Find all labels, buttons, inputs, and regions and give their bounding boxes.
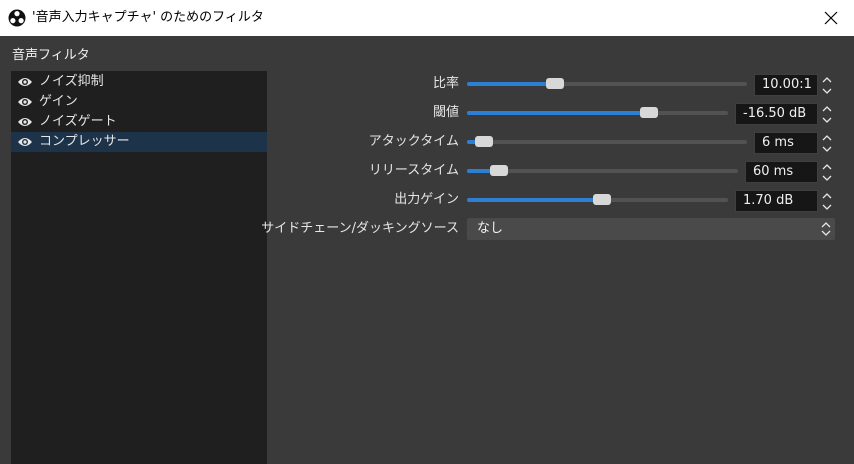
attack-stepper[interactable] [819, 132, 835, 154]
output-gain-stepper[interactable] [819, 190, 835, 212]
output-gain-slider-handle[interactable] [593, 194, 612, 205]
output-gain-value: 1.70 dB [743, 193, 794, 208]
obs-logo-icon [8, 9, 26, 27]
title-bar: '音声入力キャプチャ' のためのフィルタ [0, 0, 854, 36]
chevron-up-icon [822, 76, 832, 82]
threshold-increment-button[interactable] [819, 103, 835, 114]
filter-label: ゲイン [39, 94, 78, 109]
release-value: 60 ms [753, 164, 794, 179]
release-label: リリースタイム [368, 163, 459, 178]
chevron-up-icon [822, 163, 832, 169]
threshold-stepper[interactable] [819, 103, 835, 125]
threshold-label: 閾値 [432, 105, 459, 120]
ratio-spinbox[interactable]: 10.00:1 [754, 74, 818, 96]
threshold-slider-handle[interactable] [639, 107, 658, 118]
attack-decrement-button[interactable] [819, 143, 835, 154]
audio-filters-label: 音声フィルタ [12, 48, 90, 63]
filter-label: ノイズ抑制 [39, 74, 104, 89]
output-gain-increment-button[interactable] [819, 190, 835, 201]
updown-chevron-icon [821, 222, 831, 236]
sidechain-source-value: なし [477, 221, 504, 236]
chevron-up-icon [822, 134, 832, 140]
chevron-down-icon [822, 117, 832, 123]
output-gain-slider[interactable] [467, 194, 728, 205]
window-title: '音声入力キャプチャ' のためのフィルタ [32, 10, 264, 25]
close-button[interactable] [808, 0, 854, 36]
release-spinbox[interactable]: 60 ms [745, 161, 818, 183]
ratio-slider[interactable] [467, 78, 747, 89]
attack-slider[interactable] [467, 136, 747, 147]
chevron-down-icon [822, 204, 832, 210]
ratio-slider-handle[interactable] [545, 78, 564, 89]
chevron-up-icon [822, 105, 832, 111]
release-increment-button[interactable] [819, 161, 835, 172]
sidechain-label: サイドチェーン/ダッキングソース [261, 221, 459, 236]
attack-spinbox[interactable]: 6 ms [754, 132, 818, 154]
filters-dialog-body: 音声フィルタ ノイズ抑制 ゲイン ノイズゲート コンプレッサー 比率 10.00… [0, 36, 854, 464]
attack-increment-button[interactable] [819, 132, 835, 143]
filter-item-noise-gate[interactable]: ノイズゲート [11, 112, 267, 132]
attack-slider-handle[interactable] [474, 136, 493, 147]
filter-label: ノイズゲート [39, 114, 117, 129]
attack-label: アタックタイム [368, 134, 459, 149]
ratio-decrement-button[interactable] [819, 85, 835, 96]
chevron-up-icon [822, 192, 832, 198]
threshold-value: -16.50 dB [743, 106, 807, 121]
threshold-decrement-button[interactable] [819, 114, 835, 125]
threshold-spinbox[interactable]: -16.50 dB [735, 103, 818, 125]
release-slider[interactable] [467, 165, 738, 176]
threshold-slider[interactable] [467, 107, 728, 118]
chevron-down-icon [822, 175, 832, 181]
chevron-down-icon [822, 88, 832, 94]
close-icon [824, 11, 838, 25]
filter-item-gain[interactable]: ゲイン [11, 92, 267, 112]
attack-value: 6 ms [762, 135, 794, 150]
release-stepper[interactable] [819, 161, 835, 183]
sidechain-source-select[interactable]: なし [467, 218, 835, 240]
release-slider-handle[interactable] [489, 165, 508, 176]
ratio-value: 10.00:1 [762, 77, 812, 92]
release-decrement-button[interactable] [819, 172, 835, 183]
ratio-label: 比率 [432, 76, 459, 91]
filter-label: コンプレッサー [39, 134, 130, 149]
ratio-slider-fill [467, 82, 555, 86]
eye-icon[interactable] [17, 96, 33, 108]
ratio-stepper[interactable] [819, 74, 835, 96]
filter-list[interactable]: ノイズ抑制 ゲイン ノイズゲート コンプレッサー [11, 71, 267, 464]
output-gain-slider-fill [467, 198, 603, 202]
eye-icon[interactable] [17, 76, 33, 88]
chevron-down-icon [822, 146, 832, 152]
output-gain-spinbox[interactable]: 1.70 dB [735, 190, 818, 212]
threshold-slider-fill [467, 111, 649, 115]
ratio-increment-button[interactable] [819, 74, 835, 85]
filter-item-compressor[interactable]: コンプレッサー [11, 132, 267, 152]
filter-item-noise-suppression[interactable]: ノイズ抑制 [11, 72, 267, 92]
eye-icon[interactable] [17, 116, 33, 128]
eye-icon[interactable] [17, 136, 33, 148]
output-gain-label: 出力ゲイン [394, 192, 459, 207]
output-gain-decrement-button[interactable] [819, 201, 835, 212]
